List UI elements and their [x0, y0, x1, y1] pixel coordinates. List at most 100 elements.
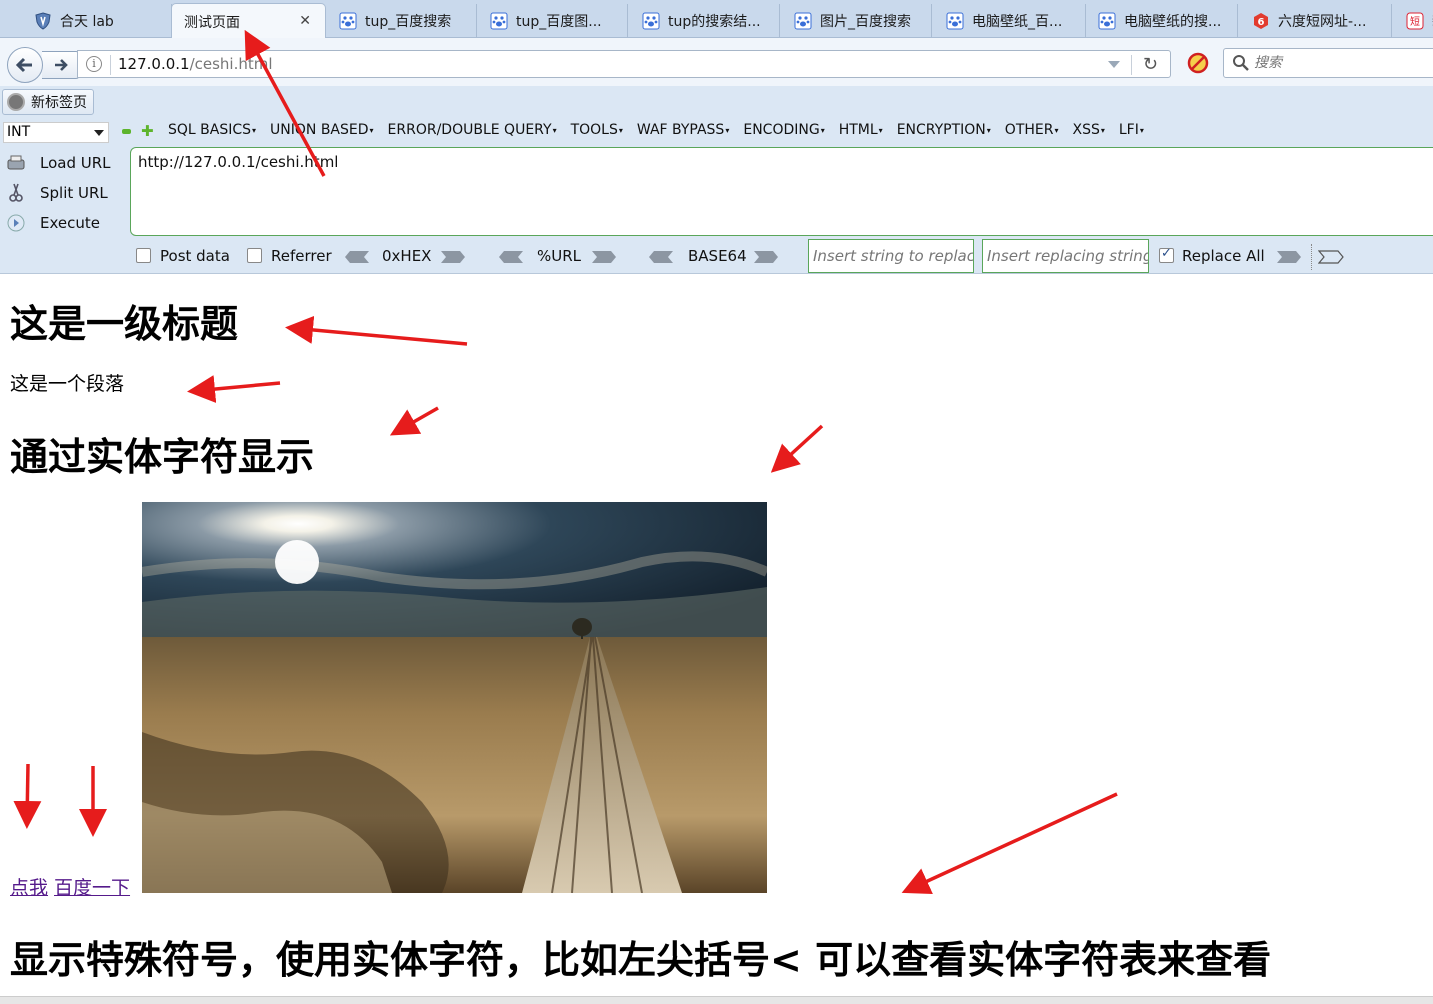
baidu-paw-icon: [339, 12, 357, 30]
tab-label: 电脑壁纸的搜...: [1124, 14, 1222, 30]
landscape-photo: [142, 502, 767, 893]
menu-html[interactable]: HTML: [839, 122, 883, 138]
new-tab-bookmark[interactable]: 新标签页: [2, 89, 94, 115]
replace-execute-icon[interactable]: [1318, 250, 1344, 264]
tab-image-baidu-search[interactable]: 图片_百度搜索: [782, 4, 932, 38]
heading-level-1: 这是一级标题: [10, 302, 239, 346]
decode-hex-icon[interactable]: [344, 250, 370, 264]
replace-right-icon[interactable]: [1276, 250, 1302, 264]
replace-with-input[interactable]: Insert replacing string: [982, 239, 1149, 273]
decode-base64-icon[interactable]: [648, 250, 674, 264]
navigation-bar: i 127.0.0.1/ceshi.html ↻: [0, 38, 1433, 86]
post-data-checkbox[interactable]: [136, 248, 151, 263]
search-icon: [1233, 55, 1249, 71]
baidu-paw-icon: [946, 12, 964, 30]
separator: [1311, 244, 1312, 270]
increase-icon[interactable]: ✚: [141, 124, 154, 139]
tab-tup-baidu-search[interactable]: tup_百度搜索: [327, 4, 477, 38]
decode-url-icon[interactable]: [498, 250, 524, 264]
url-bar[interactable]: i 127.0.0.1/ceshi.html ↻: [77, 50, 1171, 78]
referrer-label: Referrer: [271, 247, 332, 265]
encode-url-icon[interactable]: [591, 250, 617, 264]
six-logo-icon: 6: [1252, 12, 1270, 30]
noscript-icon[interactable]: [1187, 52, 1209, 74]
forward-button[interactable]: [42, 51, 80, 79]
menu-other[interactable]: OTHER: [1005, 122, 1059, 138]
encode-hex-icon[interactable]: [440, 250, 466, 264]
load-url-button[interactable]: Load URL: [0, 148, 128, 178]
url-path: /ceshi.html: [189, 55, 273, 73]
play-icon: [6, 213, 26, 233]
tab-label: 测试页面: [184, 14, 240, 31]
replace-all-checkbox[interactable]: [1159, 246, 1174, 263]
menu-tools[interactable]: TOOLS: [571, 122, 623, 138]
info-icon[interactable]: i: [86, 56, 102, 72]
bookmarks-bar: 新标签页: [0, 86, 1433, 118]
load-url-label: Load URL: [40, 154, 111, 172]
url-encode-label: %URL: [537, 247, 582, 265]
menu-encryption[interactable]: ENCRYPTION: [897, 122, 991, 138]
search-box[interactable]: [1223, 48, 1433, 78]
menu-error-double-query[interactable]: ERROR/DOUBLE QUERY: [388, 122, 557, 138]
search-input[interactable]: [1254, 53, 1424, 73]
tab-label: 六度短网址-...: [1278, 14, 1367, 30]
click-me-link[interactable]: 点我: [10, 877, 48, 899]
hackbar-url-textarea[interactable]: http://127.0.0.1/ceshi.html: [130, 147, 1433, 236]
close-tab-icon[interactable]: ✕: [299, 13, 311, 29]
menu-xss[interactable]: XSS: [1072, 122, 1104, 138]
chevron-down-icon: [94, 130, 104, 136]
heading-entity-display: 通过实体字符显示: [10, 435, 315, 479]
baidu-paw-icon: [794, 12, 812, 30]
select-value: INT: [7, 124, 31, 140]
links-row: 点我 百度一下: [10, 873, 136, 900]
menu-lfi[interactable]: LFI: [1119, 122, 1144, 138]
hackbar-panel: INT ✚ SQL BASICS UNION BASED ERROR/DOUBL…: [0, 118, 1433, 274]
execute-label: Execute: [40, 214, 100, 232]
encode-base64-icon[interactable]: [753, 250, 779, 264]
tab-tup-search-result[interactable]: tup的搜索结...: [630, 4, 780, 38]
page-content: 这是一级标题 这是一个段落 通过实体字符显示 点我 百度一下 显示特殊符号，使用…: [0, 275, 1433, 1000]
replace-all-label: Replace All: [1182, 247, 1265, 265]
menu-waf-bypass[interactable]: WAF BYPASS: [637, 122, 729, 138]
history-dropdown-icon[interactable]: [1108, 61, 1120, 68]
base64-label: BASE64: [688, 247, 747, 265]
tab-wallpaper-search[interactable]: 电脑壁纸的搜...: [1086, 4, 1238, 38]
reload-icon[interactable]: ↻: [1143, 54, 1158, 75]
baidu-link[interactable]: 百度一下: [54, 877, 130, 899]
tab-test-page[interactable]: 测试页面 ✕: [171, 3, 326, 39]
execute-button[interactable]: Execute: [0, 208, 128, 238]
svg-text:短: 短: [1410, 15, 1420, 28]
tab-short[interactable]: 短 新: [1394, 4, 1433, 38]
url-host: 127.0.0.1: [118, 55, 190, 73]
tab-six-short-url[interactable]: 6 六度短网址-...: [1240, 4, 1392, 38]
svg-text:6: 6: [1258, 17, 1265, 28]
menu-union-based[interactable]: UNION BASED: [270, 122, 374, 138]
menu-sql-basics[interactable]: SQL BASICS: [168, 122, 256, 138]
tab-label: 电脑壁纸_百...: [972, 14, 1063, 30]
referrer-checkbox[interactable]: [247, 248, 262, 263]
tab-wallpaper-baidu[interactable]: 电脑壁纸_百...: [934, 4, 1086, 38]
split-url-button[interactable]: Split URL: [0, 178, 128, 208]
scissors-icon: [6, 183, 26, 203]
decrease-icon[interactable]: [122, 129, 131, 134]
arrow-right-icon: [54, 59, 68, 71]
tab-hetian-lab[interactable]: 合天 lab: [22, 4, 172, 38]
menu-encoding[interactable]: ENCODING: [743, 122, 824, 138]
separator: [110, 55, 111, 75]
baidu-paw-icon: [490, 12, 508, 30]
url-text[interactable]: 127.0.0.1/ceshi.html: [118, 55, 273, 73]
tab-tup-baidu-image[interactable]: tup_百度图...: [478, 4, 628, 38]
hackbar-menu: SQL BASICS UNION BASED ERROR/DOUBLE QUER…: [168, 122, 1158, 138]
tab-label: 图片_百度搜索: [820, 14, 911, 30]
hackbar-options-row: Post data Referrer 0xHEX %URL BASE64 Ins…: [136, 239, 1433, 273]
hackbar-actions: Load URL Split URL Execute: [0, 148, 128, 238]
baidu-paw-icon: [1098, 12, 1116, 30]
separator: [1131, 55, 1132, 75]
load-url-icon: [6, 153, 26, 173]
injection-type-select[interactable]: INT: [3, 122, 109, 143]
replace-search-input[interactable]: Insert string to replace: [808, 239, 974, 273]
back-button[interactable]: [7, 47, 43, 83]
browser-window: 合天 lab 测试页面 ✕ tup_百度搜索 tup_百度图... tup的搜索…: [0, 0, 1433, 1004]
tab-label: tup_百度图...: [516, 14, 602, 30]
short-url-icon: 短: [1406, 12, 1424, 30]
